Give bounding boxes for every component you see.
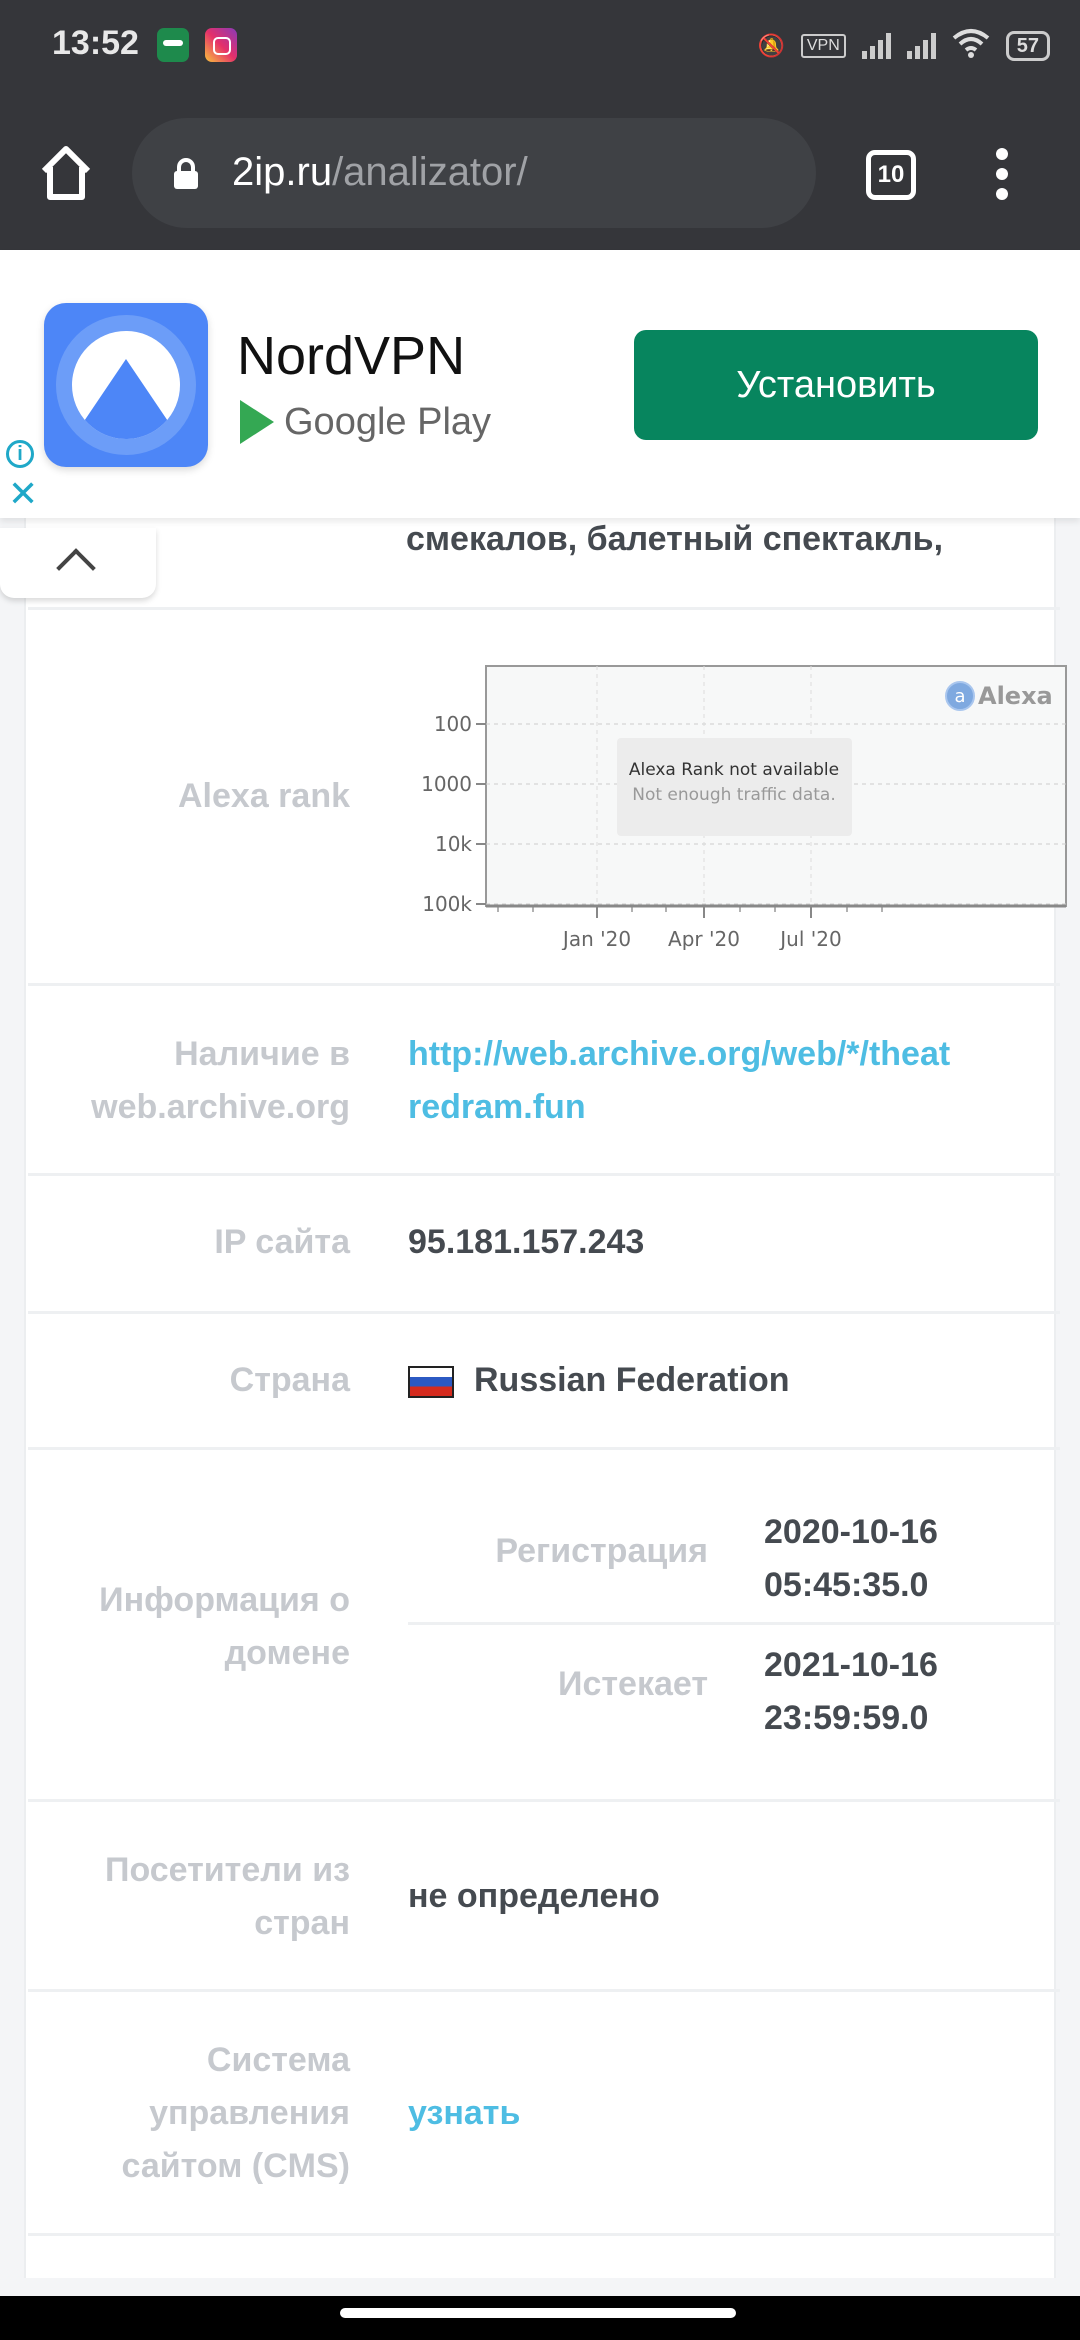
alexa-brand-label: Alexa <box>978 682 1053 710</box>
navigation-bar <box>0 2296 1080 2340</box>
status-time: 13:52 <box>52 24 139 62</box>
lock-icon <box>174 158 198 189</box>
row-cms: Система управления сайтом (CMS) узнать <box>28 1992 1060 2236</box>
vpn-key-app-icon <box>157 28 189 62</box>
row-label: Посетители из стран <box>105 1851 350 1942</box>
home-icon <box>41 146 91 200</box>
row-label: IP сайта <box>214 1223 350 1261</box>
y-tick-label: 10k <box>435 832 472 856</box>
home-gesture-handle[interactable] <box>340 2308 736 2318</box>
row-label: Система управления сайтом (CMS) <box>121 2041 350 2185</box>
row-domain-info: Информация о домене Регистрация 2020-10-1… <box>28 1450 1060 1802</box>
row-country: Страна Russian Federation <box>28 1314 1060 1450</box>
url-domain: 2ip.ru <box>232 150 333 194</box>
web-archive-link[interactable]: http://web.archive.org/web/*/theat redram… <box>408 1028 950 1134</box>
x-tick-label: Jan '20 <box>561 927 631 950</box>
row-label: Наличие в web.archive.org <box>91 1035 350 1126</box>
y-tick-label: 100k <box>422 892 472 916</box>
row-visitors: Посетители из стран не определено <box>28 1802 1060 1992</box>
ip-value: 95.181.157.243 <box>408 1223 645 1261</box>
url-bar[interactable]: 2ip.ru/analizator/ <box>132 118 816 228</box>
alexa-chart: 100 1000 10k 100k Jan '20 Apr '20 Jul '20 a Alex… <box>410 650 1070 951</box>
mute-icon: 🔕 <box>757 33 785 58</box>
collapse-ad-button[interactable] <box>0 528 156 598</box>
vpn-icon: VPN <box>800 34 846 58</box>
x-tick-label: Jul '20 <box>778 927 841 950</box>
battery-icon: 57 <box>1005 31 1050 61</box>
row-label: Информация о домене <box>99 1581 350 1672</box>
system-icons: 🔕 VPN 57 <box>757 28 1050 64</box>
row-web-archive: Наличие в web.archive.org http://web.arch… <box>28 986 1060 1176</box>
status-bar: 13:52 🔕 VPN 57 <box>0 0 1080 88</box>
signal-icon <box>861 33 891 59</box>
subrow-registration: Регистрация 2020-10-16 05:45:35.0 <box>408 1450 1060 1625</box>
ad-app-name: NordVPN <box>237 326 466 386</box>
ad-close-icon[interactable]: ✕ <box>8 476 38 512</box>
description-overflow: смекалов, балетный спектакль, <box>406 520 944 558</box>
row-ip: IP сайта 95.181.157.243 <box>28 1176 1060 1314</box>
visitors-value: не определено <box>408 1877 660 1915</box>
ad-info-icon[interactable]: i <box>6 440 34 468</box>
y-tick-label: 100 <box>434 712 472 736</box>
nordvpn-app-icon <box>44 303 208 467</box>
instagram-icon <box>205 28 237 62</box>
install-button[interactable]: Установить <box>634 330 1038 440</box>
subrow-expires: Истекает 2021-10-16 23:59:59.0 <box>558 1646 938 1737</box>
browser-toolbar: 2ip.ru/analizator/ 10 <box>0 88 1080 250</box>
signal-icon <box>906 33 936 59</box>
more-menu-button[interactable] <box>990 148 1014 204</box>
tab-switcher-button[interactable]: 10 <box>866 150 916 200</box>
message-title: Alexa Rank not available <box>629 760 839 780</box>
url-text[interactable]: 2ip.ru/analizator/ <box>232 150 528 195</box>
message-subtitle: Not enough traffic data. <box>632 785 836 805</box>
svg-text:a: a <box>954 686 965 707</box>
url-path: /analizator/ <box>332 150 528 194</box>
wifi-icon <box>952 28 990 64</box>
y-tick-label: 1000 <box>421 772 472 796</box>
home-button[interactable] <box>36 143 96 203</box>
row-label: Страна <box>229 1361 350 1399</box>
cms-detect-link[interactable]: узнать <box>408 2087 520 2140</box>
x-tick-label: Apr '20 <box>668 927 740 950</box>
google-play-icon <box>240 400 274 444</box>
ad-banner[interactable]: NordVPN Google Play Установить i ✕ <box>0 250 1080 518</box>
country-value: Russian Federation <box>408 1354 790 1407</box>
russia-flag-icon <box>408 1366 454 1399</box>
google-play-badge: Google Play <box>240 400 491 444</box>
row-label: Alexa rank <box>178 777 350 815</box>
